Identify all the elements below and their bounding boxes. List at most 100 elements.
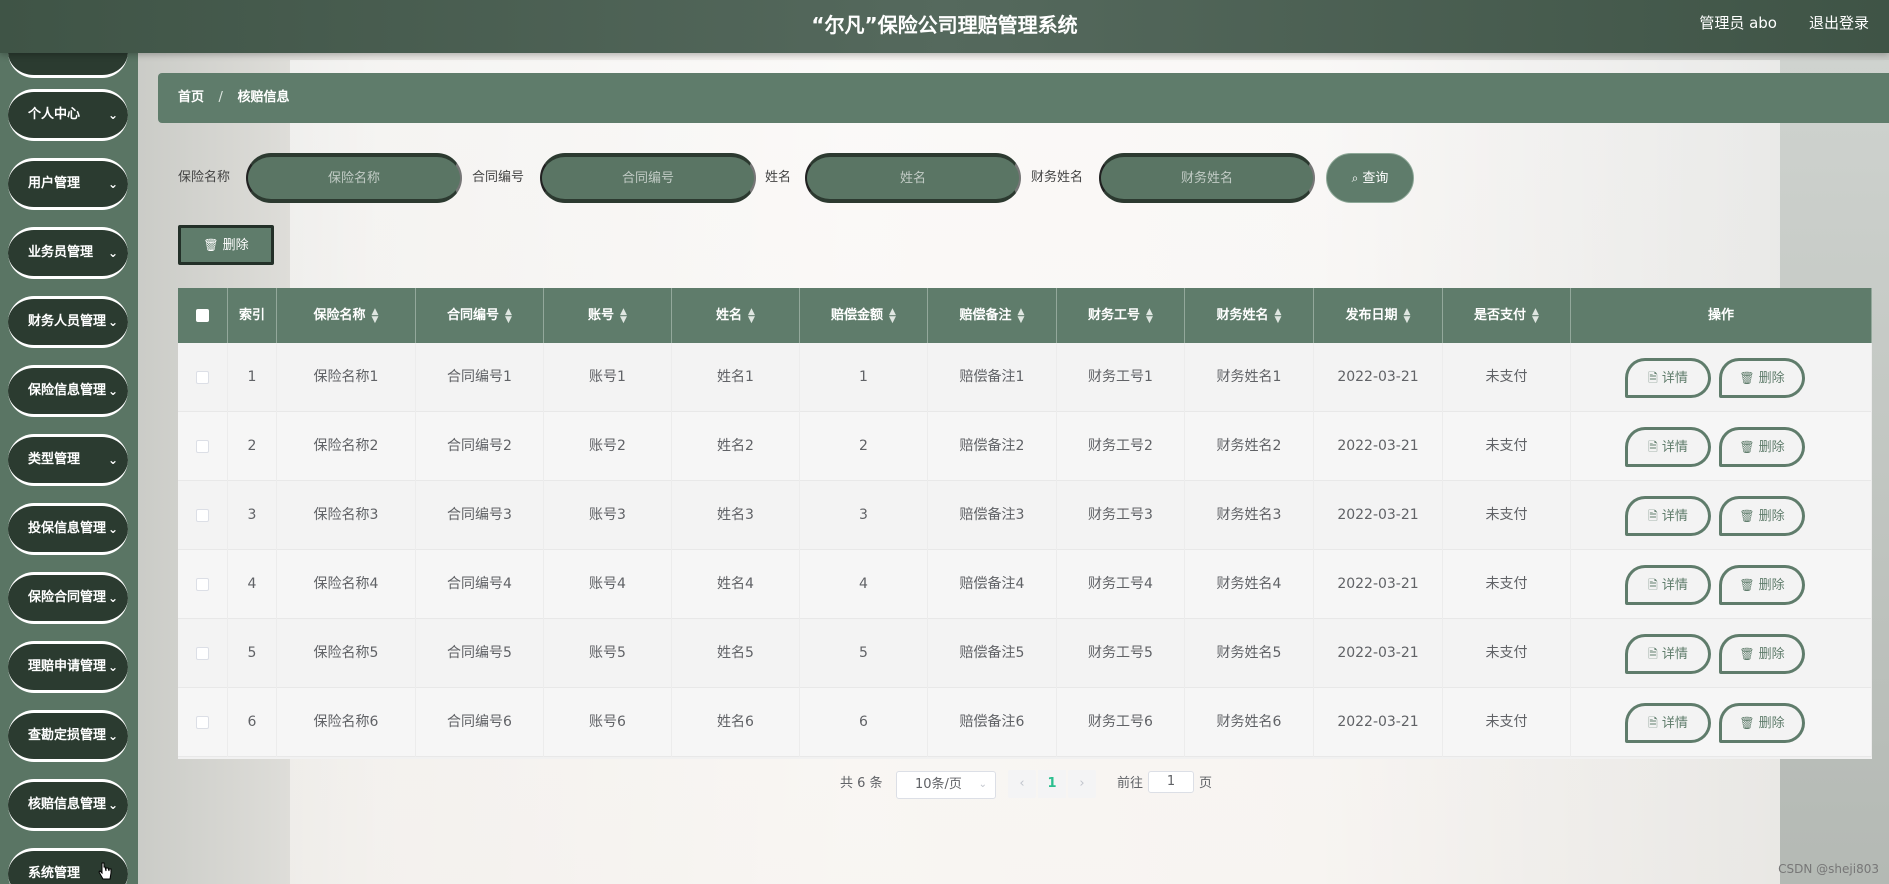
row-checkbox[interactable] (196, 715, 209, 729)
delete-button[interactable]: 🗑 删除 (1719, 358, 1805, 398)
sidebar-item[interactable]: 查勘定损管理 ⌄ (8, 710, 128, 762)
table-header: 索引 保险名称 ▲ ▼ 合同编号 ▲ ▼ 账号 ▲ ▼ 姓名 ▲ ▼ 赔偿金额 ▲ ▼ 赔偿备注 ▲ ▼ 财务工号 ▲ ▼… (178, 288, 1872, 343)
contract-no-input[interactable] (540, 153, 756, 203)
table-cell: 2022-03-21 (1314, 343, 1443, 412)
sort-icon[interactable]: ▲ ▼ (505, 307, 512, 324)
delete-button-label: 删除 (1758, 578, 1785, 593)
search-button[interactable]: ⌕ 查询 (1326, 153, 1414, 203)
column-header[interactable]: 赔偿金额 ▲ ▼ (800, 288, 928, 343)
trash-icon: 🗑 (1739, 647, 1755, 661)
chevron-down-icon: ⌄ (107, 315, 118, 329)
detail-button[interactable]: 🗎 详情 (1625, 565, 1711, 605)
table-cell: 姓名4 (672, 550, 800, 619)
row-checkbox[interactable] (196, 646, 209, 660)
name-input[interactable] (805, 153, 1021, 203)
sort-icon[interactable]: ▲ ▼ (748, 307, 755, 324)
batch-delete-button[interactable]: 🗑 删除 (178, 225, 274, 265)
sidebar-item-label: 用户管理 (28, 176, 81, 191)
column-header[interactable]: 保险名称 ▲ ▼ (277, 288, 416, 343)
sort-icon[interactable]: ▲ ▼ (889, 307, 896, 324)
delete-button[interactable]: 🗑 删除 (1719, 703, 1805, 743)
sort-icon[interactable]: ▲ ▼ (1275, 307, 1282, 324)
table-cell: 财务姓名2 (1185, 412, 1314, 481)
sidebar-item-label: 类型管理 (28, 452, 81, 467)
table-cell: 账号2 (544, 412, 672, 481)
detail-button-label: 详情 (1661, 509, 1688, 524)
column-header-label: 账号 (588, 308, 615, 323)
column-header[interactable]: 是否支付 ▲ ▼ (1443, 288, 1571, 343)
delete-button[interactable]: 🗑 删除 (1719, 427, 1805, 467)
detail-button[interactable]: 🗎 详情 (1625, 634, 1711, 674)
detail-button[interactable]: 🗎 详情 (1625, 427, 1711, 467)
table-cell: 账号3 (544, 481, 672, 550)
sidebar-item[interactable]: 类型管理 ⌄ (8, 434, 128, 486)
table-row: 5 保险名称5 合同编号5 账号5 姓名5 5 赔偿备注5 财务工号5 财务姓名5 2022-03… (178, 619, 1872, 688)
finance-name-input[interactable] (1099, 153, 1315, 203)
detail-button[interactable]: 🗎 详情 (1625, 703, 1711, 743)
row-checkbox[interactable] (196, 370, 209, 384)
table-cell: 1 (800, 343, 928, 412)
sidebar-item[interactable]: 核赔信息管理 ⌄ (8, 779, 128, 831)
row-checkbox[interactable] (196, 577, 209, 591)
sort-icon[interactable]: ▲ ▼ (1404, 307, 1411, 324)
column-header[interactable]: 赔偿备注 ▲ ▼ (928, 288, 1057, 343)
sidebar-item[interactable]: 保险信息管理 ⌄ (8, 365, 128, 417)
trash-icon: 🗑 (1739, 716, 1755, 730)
sort-icon[interactable]: ▲ ▼ (1018, 307, 1025, 324)
sidebar-item[interactable]: 用户管理 ⌄ (8, 158, 128, 210)
table-cell: 赔偿备注3 (928, 481, 1057, 550)
select-all-checkbox[interactable] (196, 309, 209, 322)
detail-button[interactable]: 🗎 详情 (1625, 358, 1711, 398)
column-header[interactable]: 合同编号 ▲ ▼ (416, 288, 544, 343)
sidebar-item[interactable]: 业务员管理 ⌄ (8, 227, 128, 279)
sort-icon[interactable]: ▲ ▼ (372, 307, 379, 324)
delete-button[interactable]: 🗑 删除 (1719, 634, 1805, 674)
detail-button-label: 详情 (1661, 716, 1688, 731)
actions-cell: 🗎 详情 🗑 删除 (1571, 412, 1872, 481)
actions-cell: 🗎 详情 🗑 删除 (1571, 619, 1872, 688)
sidebar-item[interactable]: 个人中心 ⌄ (8, 89, 128, 141)
delete-button[interactable]: 🗑 删除 (1719, 565, 1805, 605)
column-header[interactable]: 财务工号 ▲ ▼ (1057, 288, 1185, 343)
row-checkbox[interactable] (196, 439, 209, 453)
table-cell: 赔偿备注5 (928, 619, 1057, 688)
insurance-name-input[interactable] (246, 153, 462, 203)
table-row: 2 保险名称2 合同编号2 账号2 姓名2 2 赔偿备注2 财务工号2 财务姓名2 2022-03… (178, 412, 1872, 481)
sidebar-item[interactable]: 财务人员管理 ⌄ (8, 296, 128, 348)
document-icon: 🗎 (1648, 647, 1658, 661)
column-header: 索引 (228, 288, 277, 343)
detail-button[interactable]: 🗎 详情 (1625, 496, 1711, 536)
row-checkbox[interactable] (196, 508, 209, 522)
next-page-button[interactable]: › (1068, 770, 1096, 798)
page-size-select[interactable]: 10条/页 ⌄ (896, 771, 996, 799)
sidebar-item[interactable]: 理赔申请管理 ⌄ (8, 641, 128, 693)
delete-button[interactable]: 🗑 删除 (1719, 496, 1805, 536)
page-number[interactable]: 1 (1038, 770, 1066, 798)
table-cell: 姓名1 (672, 343, 800, 412)
sidebar-item[interactable]: 保险合同管理 ⌄ (8, 572, 128, 624)
trash-icon: 🗑 (1739, 578, 1755, 592)
sort-icon[interactable]: ▲ ▼ (1146, 307, 1153, 324)
table-cell: 3 (800, 481, 928, 550)
goto-page-input[interactable]: 1 (1148, 771, 1194, 793)
breadcrumb-home[interactable]: 首页 (178, 90, 204, 105)
column-header[interactable]: 财务姓名 ▲ ▼ (1185, 288, 1314, 343)
row-select-cell (178, 619, 228, 688)
prev-page-button[interactable]: ‹ (1008, 770, 1036, 798)
table-cell: 2022-03-21 (1314, 412, 1443, 481)
table-cell: 保险名称3 (277, 481, 416, 550)
column-header[interactable]: 发布日期 ▲ ▼ (1314, 288, 1443, 343)
table-cell: 赔偿备注4 (928, 550, 1057, 619)
chevron-down-icon: ⌄ (107, 177, 118, 191)
column-header[interactable]: 账号 ▲ ▼ (544, 288, 672, 343)
sort-icon[interactable]: ▲ ▼ (620, 307, 627, 324)
sort-icon[interactable]: ▲ ▼ (1532, 307, 1539, 324)
sidebar-item-label: 系统管理 (28, 866, 81, 881)
sidebar-item[interactable] (8, 53, 128, 78)
logout-link[interactable]: 退出登录 (1809, 0, 1869, 46)
column-header[interactable]: 姓名 ▲ ▼ (672, 288, 800, 343)
actions-cell: 🗎 详情 🗑 删除 (1571, 481, 1872, 550)
sidebar-item-label: 投保信息管理 (28, 521, 107, 536)
finance-name-label: 财务姓名 (1031, 170, 1084, 185)
sidebar-item[interactable]: 投保信息管理 ⌄ (8, 503, 128, 555)
